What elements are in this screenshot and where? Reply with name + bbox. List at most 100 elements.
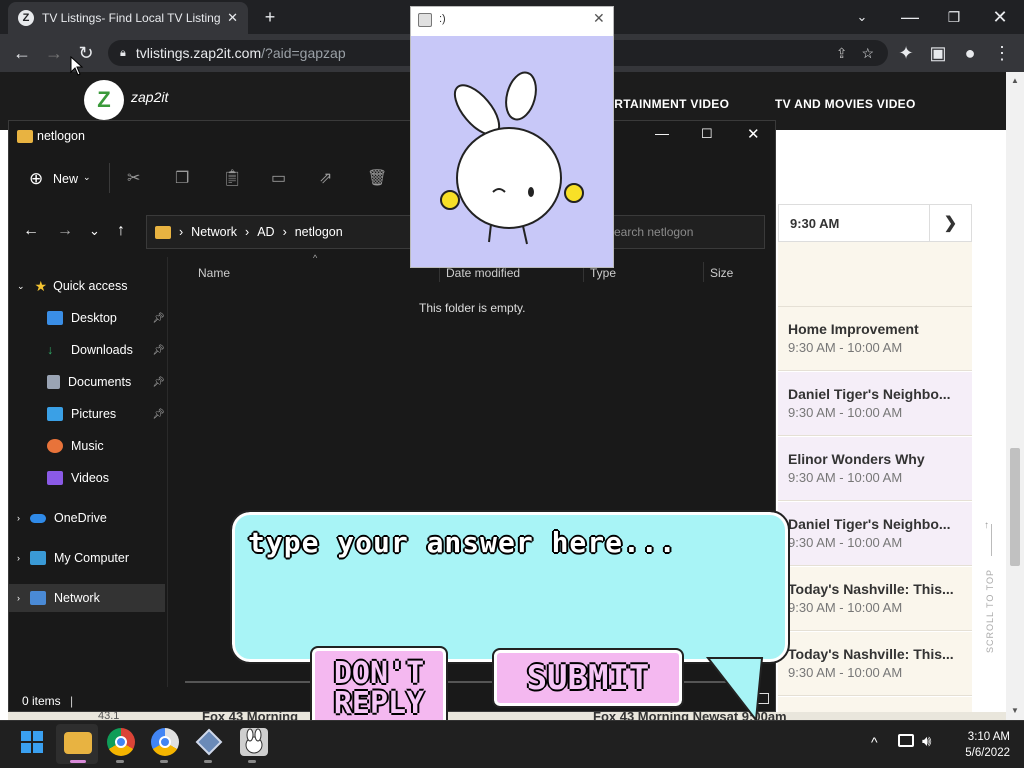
share-icon[interactable]: ⇗ [319,168,332,188]
zap2it-logo-icon[interactable]: Z [84,80,124,120]
sidebar-onedrive[interactable]: › OneDrive [9,504,165,532]
listing-cell[interactable]: Today's Nashville: This... 9:30 AM - 10:… [778,567,972,631]
sidebar-item-desktop[interactable]: Desktop 📌︎ [9,304,165,332]
profile-avatar-icon[interactable]: ● [956,39,984,67]
extensions-puzzle-icon[interactable]: ✦ [892,39,920,67]
computer-icon [30,551,46,565]
column-date-modified[interactable]: Date modified [446,266,520,280]
running-indicator [248,760,256,763]
breadcrumb-network[interactable]: Network [191,225,237,239]
scrollbar-thumb[interactable] [1010,448,1020,566]
delete-icon[interactable]: 🗑︎ [367,168,387,188]
sidebar-item-videos[interactable]: Videos [9,464,165,492]
explorer-forward-icon[interactable]: → [57,222,73,240]
show-time: 9:30 AM - 10:00 AM [788,405,903,420]
minimize-button[interactable]: — [896,3,924,31]
bookmark-star-icon[interactable]: ☆ [861,45,874,62]
new-plus-icon[interactable]: ⊕ [29,169,43,189]
rename-icon[interactable]: ▭ [271,168,286,188]
tab-close-icon[interactable]: ✕ [227,10,238,26]
column-type[interactable]: Type [590,266,616,280]
sidebar-quick-access[interactable]: ⌄ ★ Quick access [9,272,165,300]
scroll-to-top-link[interactable]: SCROLL TO TOP [985,561,995,661]
nav-entertainment-video[interactable]: ERTAINMENT VIDEO [606,97,729,111]
sidebar-my-computer[interactable]: › My Computer [9,544,165,572]
sidebar-label: Music [71,439,104,453]
show-hidden-icons-chevron-icon[interactable]: ^ [871,734,878,750]
share-icon[interactable]: ⇪ [836,45,848,62]
browser-tab[interactable]: Z TV Listings- Find Local TV Listing ✕ [8,2,248,34]
pin-icon: 📌︎ [152,408,165,420]
forward-arrow-icon[interactable]: → [40,39,68,67]
expand-chevron-icon[interactable]: › [17,553,20,563]
back-arrow-icon[interactable]: ← [8,39,36,67]
new-tab-button[interactable]: + [256,3,284,31]
up-folder-icon[interactable]: ↑ [117,222,125,240]
site-logo-text[interactable]: zap2it [131,89,168,105]
listing-cell[interactable]: Daniel Tiger's Neighbo... 9:30 AM - 10:0… [778,502,972,566]
sidebar-label: Quick access [53,279,128,293]
sidebar-item-pictures[interactable]: Pictures 📌︎ [9,400,165,428]
explorer-close-button[interactable]: ✕ [747,125,760,143]
breadcrumb[interactable]: › Network › AD › netlogon [146,215,446,249]
dont-reply-button[interactable]: DON'T REPLY [310,646,448,732]
display-icon[interactable] [898,734,914,747]
submit-button[interactable]: SUBMIT [492,648,684,708]
file-explorer-taskbar-icon[interactable] [64,732,92,754]
answer-input[interactable]: type your answer here... [248,526,677,559]
status-separator: | [70,694,74,708]
bunny-taskbar-icon[interactable] [240,728,268,756]
expand-chevron-icon[interactable]: › [17,593,20,603]
listing-cell[interactable]: Today's Nashville: This... 9:30 AM - 10:… [778,632,972,696]
recent-locations-chevron-icon[interactable]: ⌄ [89,223,100,239]
side-panel-icon[interactable]: ▣ [924,39,952,67]
show-time: 9:30 AM - 10:00 AM [788,535,903,550]
chrome-menu-icon[interactable]: ⋮ [988,39,1016,67]
search-input[interactable]: Search netlogon [599,215,765,249]
listing-cell[interactable]: Elinor Wonders Why 9:30 AM - 10:00 AM [778,437,972,501]
next-time-arrow-icon[interactable]: ❯ [929,205,971,241]
network-app-taskbar-icon[interactable] [195,728,223,756]
explorer-maximize-button[interactable]: ☐ [701,126,713,142]
listing-cell[interactable]: Daniel Tiger's Neighbo... 9:30 AM - 10:0… [778,372,972,436]
show-title: Today's Nashville: This... [788,581,954,597]
volume-icon[interactable]: 🔊︎ [922,733,931,750]
pictures-icon [47,407,63,421]
breadcrumb-ad[interactable]: AD [257,225,274,239]
restore-button[interactable]: ❐ [940,3,968,31]
close-window-button[interactable]: ✕ [986,3,1014,31]
pane-divider [167,257,168,687]
new-dropdown-chevron-icon[interactable]: ⌄ [83,172,91,183]
status-item-count: 0 items [22,694,61,708]
chrome-canary-taskbar-icon[interactable] [151,728,179,756]
popup-close-button[interactable]: ✕ [593,10,605,27]
column-size[interactable]: Size [710,266,733,280]
copy-icon[interactable]: ❐ [175,168,189,188]
bunny-app-icon [418,13,432,27]
breadcrumb-netlogon[interactable]: netlogon [295,225,343,239]
new-button-label[interactable]: New [53,172,78,186]
start-windows-icon[interactable] [18,728,46,756]
page-scrollbar[interactable] [1006,72,1024,720]
explorer-minimize-button[interactable]: — [655,125,669,141]
expand-chevron-icon[interactable]: ⌄ [17,281,25,292]
sidebar-item-documents[interactable]: Documents 📌︎ [9,368,165,396]
explorer-back-icon[interactable]: ← [23,222,39,240]
nav-tv-movies-video[interactable]: TV AND MOVIES VIDEO [775,97,916,111]
listing-cell[interactable]: Home Improvement 9:30 AM - 10:00 AM [778,307,972,371]
sidebar-item-music[interactable]: Music [9,432,165,460]
scroll-up-icon[interactable]: ▲ [1011,76,1019,85]
scroll-down-icon[interactable]: ▼ [1011,706,1019,715]
paste-icon[interactable]: 📋︎ [222,168,242,188]
expand-chevron-icon[interactable]: › [17,513,20,523]
clock[interactable]: 3:10 AM 5/6/2022 [950,729,1010,761]
column-divider[interactable] [703,262,704,282]
show-title: Elinor Wonders Why [788,451,925,467]
sidebar-network[interactable]: › Network [9,584,165,612]
column-name[interactable]: Name [198,266,230,280]
sidebar-item-downloads[interactable]: ↓ Downloads 📌︎ [9,336,165,364]
chrome-taskbar-icon[interactable] [107,728,135,756]
cut-icon[interactable]: ✂ [127,168,140,188]
tab-search-icon[interactable]: ⌄ [848,3,876,31]
sidebar-label: OneDrive [54,511,107,525]
